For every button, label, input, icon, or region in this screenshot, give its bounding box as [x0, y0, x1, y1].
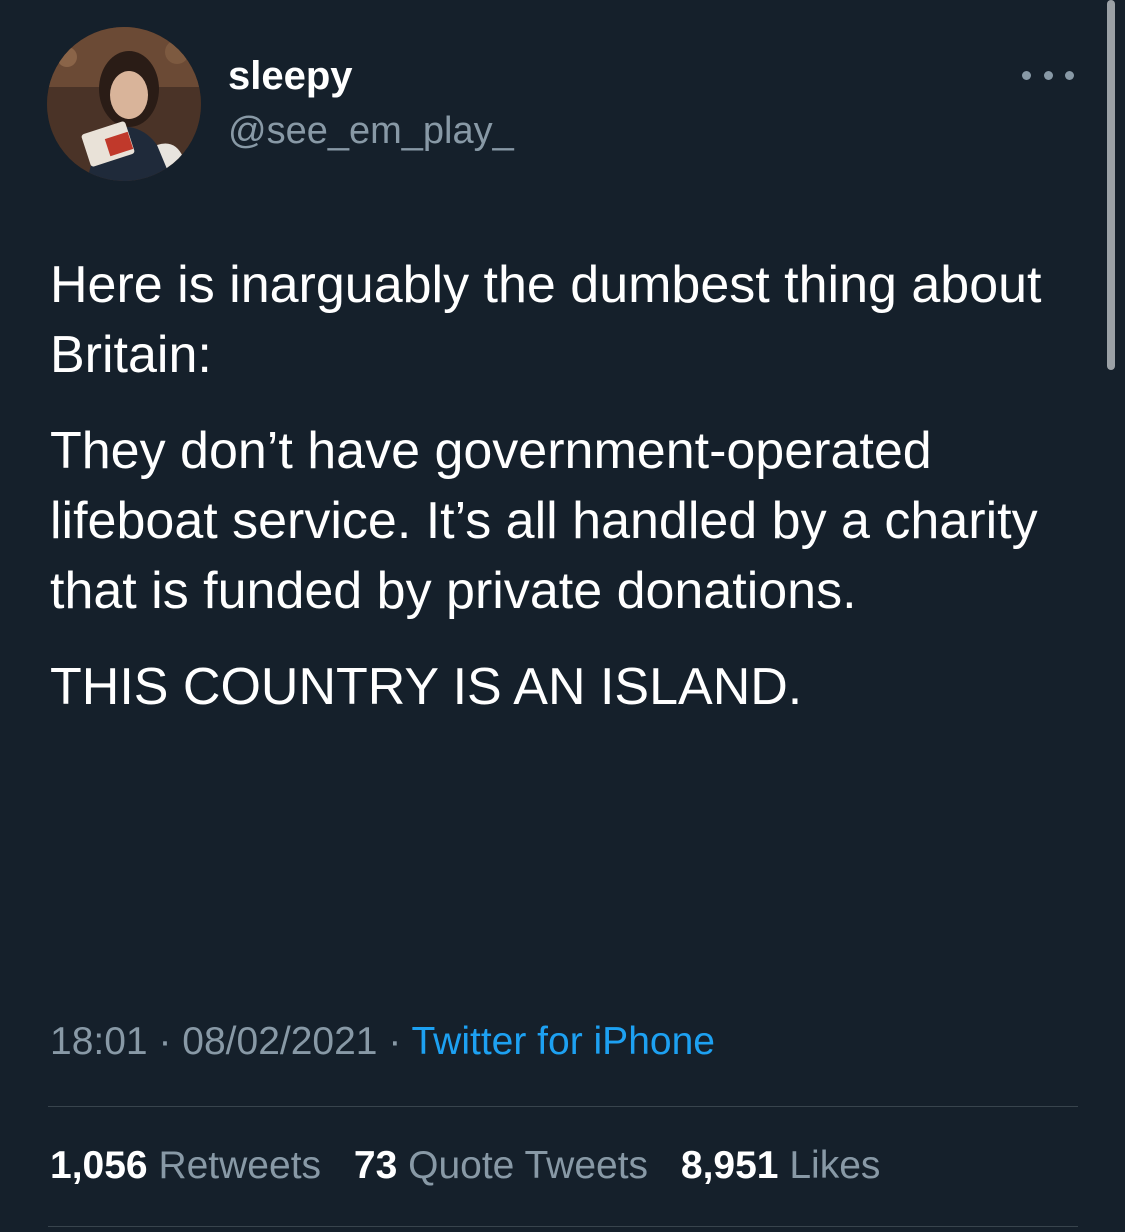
- quote-tweets-stat[interactable]: 73 Quote Tweets: [354, 1144, 648, 1187]
- likes-count: 8,951: [680, 1144, 779, 1187]
- tweet-paragraph: THIS COUNTRY IS AN ISLAND.: [50, 658, 803, 716]
- tweet-time[interactable]: 18:01: [50, 1020, 148, 1063]
- divider: [48, 1106, 1078, 1107]
- tweet-paragraph: They don’t have government-operated life…: [50, 422, 1038, 620]
- scrollbar[interactable]: [1107, 0, 1115, 370]
- tweet-meta: 18:01 · 08/02/2021 · Twitter for iPhone: [50, 1016, 715, 1068]
- meta-separator: ·: [158, 1020, 172, 1063]
- tweet-source-link[interactable]: Twitter for iPhone: [411, 1020, 714, 1063]
- avatar-photo: [47, 27, 201, 181]
- likes-stat[interactable]: 8,951 Likes: [681, 1144, 881, 1187]
- tweet-paragraph: Here is inarguably the dumbest thing abo…: [50, 256, 1042, 384]
- likes-label: Likes: [789, 1144, 881, 1187]
- retweets-stat[interactable]: 1,056 Retweets: [50, 1144, 321, 1187]
- meta-separator: ·: [388, 1020, 402, 1063]
- more-dot: [1065, 70, 1074, 80]
- more-dot: [1022, 70, 1031, 80]
- tweet-date[interactable]: 08/02/2021: [182, 1020, 377, 1063]
- avatar[interactable]: [47, 27, 201, 181]
- display-name[interactable]: sleepy: [228, 52, 353, 100]
- retweets-label: Retweets: [158, 1144, 322, 1187]
- quote-tweets-count: 73: [353, 1144, 398, 1187]
- retweets-count: 1,056: [50, 1144, 148, 1187]
- more-dot: [1043, 70, 1053, 80]
- divider: [48, 1226, 1078, 1227]
- more-options-icon[interactable]: [1022, 60, 1074, 90]
- tweet-text: Here is inarguably the dumbest thing abo…: [50, 250, 1090, 748]
- user-handle[interactable]: @see_em_play_: [228, 108, 514, 154]
- quote-tweets-label: Quote Tweets: [408, 1144, 649, 1187]
- tweet-stats: 1,056 Retweets 73 Quote Tweets 8,951 Lik…: [50, 1140, 902, 1192]
